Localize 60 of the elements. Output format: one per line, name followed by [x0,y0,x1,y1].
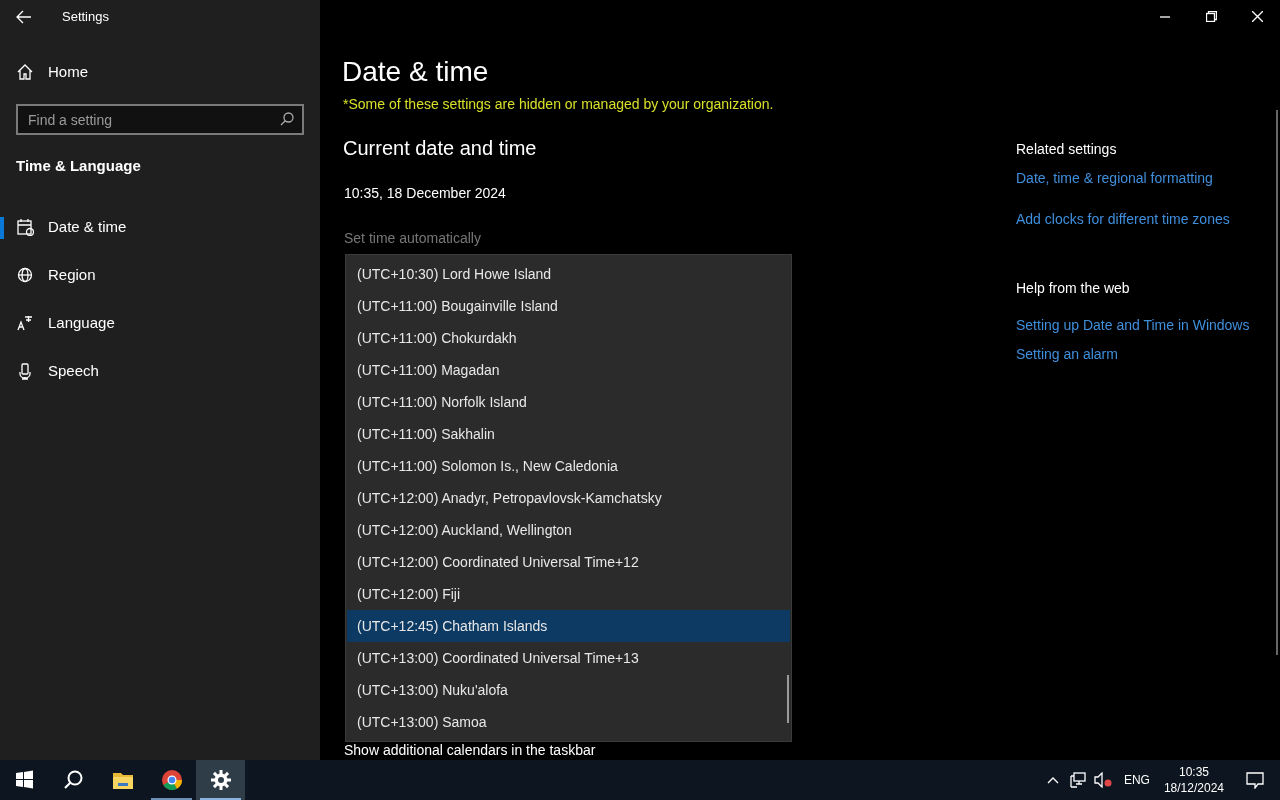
dropdown-option[interactable]: (UTC+13:00) Coordinated Universal Time+13 [347,642,790,674]
dropdown-option[interactable]: (UTC+11:00) Sakhalin [347,418,790,450]
related-heading: Related settings [1016,140,1118,159]
related-link[interactable]: Add clocks for different time zones [1016,209,1250,230]
home-link[interactable]: Home [48,60,88,84]
dropdown-option[interactable]: (UTC+13:00) Nuku'alofa [347,674,790,706]
dropdown-option[interactable]: (UTC+12:45) Chatham Islands [347,610,790,642]
section-heading: Current date and time [343,136,538,161]
dropdown-option[interactable]: (UTC+12:00) Anadyr, Petropavlovsk-Kamchatsky [347,482,790,514]
help-heading: Help from the web [1016,279,1131,298]
search-icon [280,112,294,126]
nav-item[interactable]: Language [0,299,320,348]
window-title: Settings [62,8,109,27]
dropdown-option[interactable]: (UTC+12:00) Coordinated Universal Time+12 [347,546,790,578]
clock-time[interactable]: 10:35 [1178,764,1209,780]
microphone-icon [17,363,34,380]
dropdown-option[interactable]: (UTC+13:00) Samoa [347,706,790,738]
restore-icon [1205,10,1217,22]
clock-date[interactable]: 18/12/2024 [1163,780,1224,796]
dropdown-option[interactable]: (UTC+11:00) Bougainville Island [347,290,790,322]
dropdown-option[interactable]: (UTC+11:00) Norfolk Island [347,386,790,418]
notification-icon[interactable] [1246,771,1264,789]
related-link[interactable]: Date, time & regional formatting [1016,168,1250,189]
gear-icon [210,770,231,790]
speaker-muted-icon[interactable] [1093,772,1112,788]
calendar-icon [17,219,34,236]
taskbar-app-button[interactable] [196,760,245,800]
dropdown-option[interactable]: (UTC+10:30) Lord Howe Island [347,258,790,290]
language-indicator[interactable]: ENG [1123,771,1150,789]
nav-item[interactable]: Speech [0,347,320,396]
dropdown-option[interactable]: (UTC+11:00) Chokurdakh [347,322,790,354]
chevron-up-icon[interactable] [1046,776,1059,784]
dropdown-option[interactable]: (UTC+12:00) Fiji [347,578,790,610]
globe-icon [17,267,34,284]
back-icon[interactable] [16,10,32,24]
dropdown-option[interactable]: (UTC+12:00) Auckland, Wellington [347,514,790,546]
scrollbar-thumb[interactable] [787,675,789,723]
current-date-time: 10:35, 18 December 2024 [344,184,507,203]
folder-icon [112,770,133,790]
browser-icon [161,770,182,790]
setting-label: Show additional calendars in the taskbar [344,742,596,758]
section-heading: Time & Language [16,156,142,176]
network-icon[interactable] [1069,772,1086,788]
dropdown-list[interactable] [345,254,792,742]
search-field[interactable]: Find a setting [16,104,304,135]
nav-item[interactable]: Date & time [0,203,320,252]
dropdown-option[interactable]: (UTC+11:00) Solomon Is., New Caledonia [347,450,790,482]
scrollbar-thumb[interactable] [1276,110,1278,655]
notice-text: *Some of these settings are hidden or managed by your organization. [343,95,774,114]
setting-label: Set time automatically [344,229,482,248]
nav-item[interactable]: Region [0,251,320,300]
windows-icon [14,770,35,790]
language-icon [17,315,34,332]
home-icon[interactable] [17,64,33,80]
page-title: Date & time [342,55,490,89]
help-link[interactable]: Setting up Date and Time in Windows [1016,315,1250,336]
close-icon [1251,10,1263,22]
search-icon [63,770,84,790]
help-link[interactable]: Setting an alarm [1016,344,1250,365]
dropdown-option[interactable]: (UTC+11:00) Magadan [347,354,790,386]
